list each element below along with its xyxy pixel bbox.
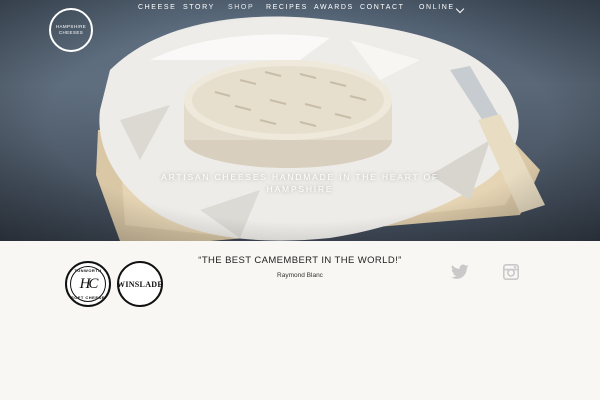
chevron-down-icon[interactable] [455, 4, 465, 14]
testimonial-author: Raymond Blanc [277, 272, 323, 279]
tunworth-badge-bottom-text: SOFT CHEESE [71, 295, 105, 300]
nav-item-contact[interactable]: CONTACT [360, 4, 405, 11]
nav-item-awards[interactable]: AWARDS [314, 4, 354, 11]
nav-item-recipes[interactable]: RECIPES [266, 4, 308, 11]
nav-item-online[interactable]: ONLINE [419, 4, 455, 11]
instagram-icon[interactable] [503, 264, 519, 280]
nav-item-shop[interactable]: SHOP [228, 4, 254, 11]
twitter-icon[interactable] [451, 264, 469, 280]
hero-tagline: ARTISAN CHEESES HANDMADE IN THE HEART OF… [161, 172, 439, 194]
nav-item-cheese[interactable]: CHEESE [138, 4, 176, 11]
winslade-badge[interactable]: WINSLADE [117, 261, 163, 307]
page: HAMPSHIRE CHEESES CHEESE STORY SHOP RECI… [0, 0, 600, 400]
hero-banner: HAMPSHIRE CHEESES CHEESE STORY SHOP RECI… [0, 0, 600, 241]
tunworth-badge-top-text: TUNWORTH [74, 268, 102, 273]
winslade-label: WINSLADE [117, 279, 163, 289]
brand-logo-text: HAMPSHIRE CHEESES [55, 24, 87, 35]
testimonial-quote: “THE BEST CAMEMBERT IN THE WORLD!” [198, 255, 402, 266]
nav-item-story[interactable]: STORY [183, 4, 215, 11]
main-nav: CHEESE STORY SHOP RECIPES AWARDS CONTACT… [0, 4, 600, 16]
tunworth-badge[interactable]: TUNWORTH HC SOFT CHEESE [65, 261, 111, 307]
